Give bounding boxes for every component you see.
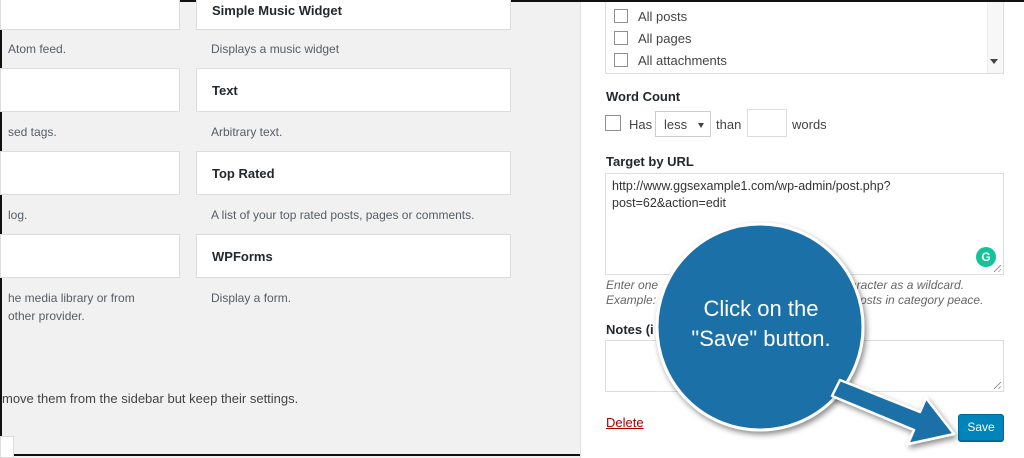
callout-line-2: "Save" button. <box>691 326 831 351</box>
callout-text: Click on the "Save" button. <box>657 294 865 354</box>
callout-graphic <box>655 222 956 446</box>
arrow-icon <box>830 378 956 446</box>
callout-line-1: Click on the <box>703 296 819 321</box>
